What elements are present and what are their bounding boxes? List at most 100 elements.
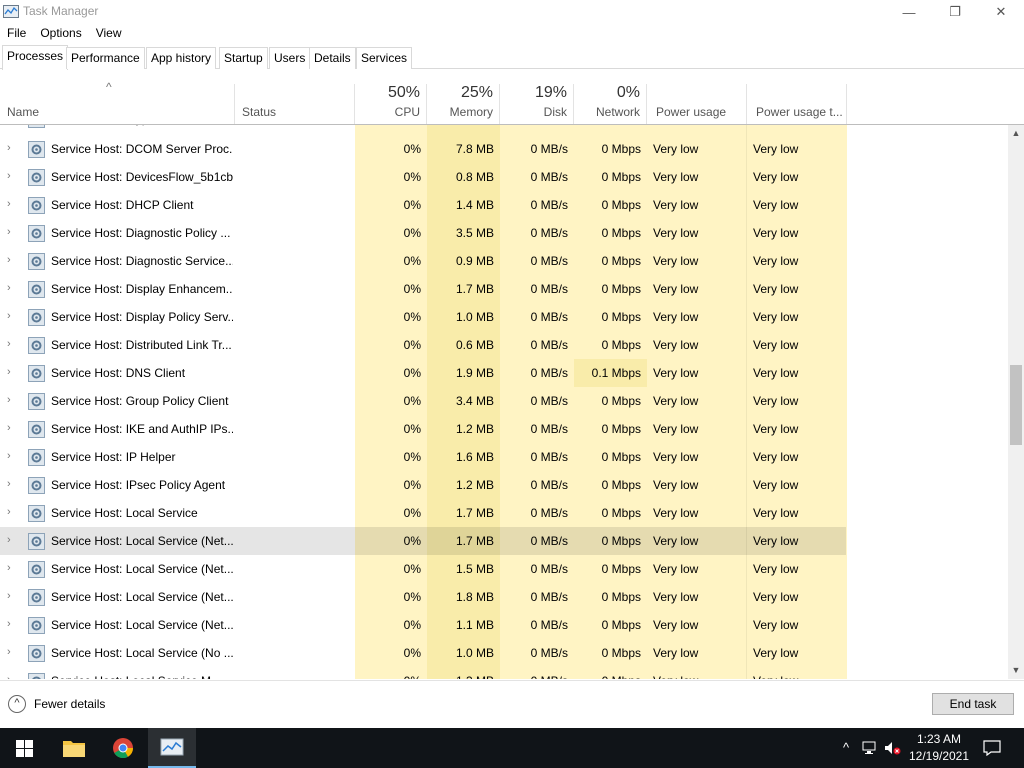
menu-view[interactable]: View — [89, 24, 129, 42]
table-row[interactable]: › Service Host: DCOM Server Proc... 0% 7.8 … — [0, 135, 1008, 163]
tab-app-history[interactable]: App history — [146, 47, 217, 69]
expand-chevron-icon[interactable]: › — [7, 611, 17, 639]
table-row[interactable]: › Service Host: Local Service (Net... 0% 1.… — [0, 611, 1008, 639]
expand-chevron-icon[interactable]: › — [7, 387, 17, 415]
header-name[interactable]: ^ Name — [0, 80, 235, 124]
table-row[interactable]: › Service Host: Diagnostic Service... 0% 0.… — [0, 247, 1008, 275]
table-row[interactable]: › Service Host: Diagnostic Policy ... 0% 3.… — [0, 219, 1008, 247]
taskbar-clock[interactable]: 1:23 AM 12/19/2021 — [904, 731, 974, 765]
memory-value: 1.5 MB — [455, 562, 494, 576]
table-row[interactable]: › Service Host: Group Policy Client 0% 3.4 … — [0, 387, 1008, 415]
scrollbar-thumb[interactable] — [1010, 365, 1022, 445]
menu-options[interactable]: Options — [33, 24, 88, 42]
end-task-button[interactable]: End task — [932, 693, 1014, 715]
header-memory[interactable]: 25% Memory — [427, 84, 500, 124]
table-row[interactable]: › Service Host: Local Service (Net... 0% 1.… — [0, 555, 1008, 583]
network-icon[interactable] — [862, 738, 878, 758]
table-row-partial-top[interactable]: › Service Host: ...ypt... — [0, 125, 1008, 133]
expand-chevron-icon[interactable]: › — [7, 135, 17, 163]
disk-value: 0 MB/s — [530, 142, 568, 156]
expand-chevron-icon[interactable]: › — [7, 499, 17, 527]
action-center-icon[interactable] — [983, 738, 1001, 758]
volume-muted-icon[interactable] — [884, 738, 901, 758]
table-row[interactable]: › Service Host: Local Service 0% 1.7 MB 0 MB… — [0, 499, 1008, 527]
tab-services[interactable]: Services — [356, 47, 413, 69]
expand-chevron-icon[interactable]: › — [7, 443, 17, 471]
table-row[interactable]: › Service Host: DNS Client 0% 1.9 MB 0 MB/s 0… — [0, 359, 1008, 387]
expand-chevron-icon[interactable]: › — [7, 359, 17, 387]
header-cpu[interactable]: 50% CPU — [355, 84, 427, 124]
collapse-up-icon[interactable]: ^ — [8, 695, 26, 713]
expand-chevron-icon[interactable]: › — [7, 471, 17, 499]
scroll-up-arrow-icon[interactable]: ▲ — [1008, 125, 1024, 142]
maximize-icon: ❐ — [949, 4, 961, 19]
taskbar-task-manager[interactable] — [148, 728, 196, 768]
minimize-button[interactable]: — — [886, 0, 932, 24]
header-disk[interactable]: 19% Disk — [500, 84, 574, 124]
table-row[interactable]: › Service Host: Display Policy Serv... 0% 1… — [0, 303, 1008, 331]
tab-users[interactable]: Users — [269, 47, 311, 69]
expand-chevron-icon[interactable]: › — [7, 583, 17, 611]
process-name: Service Host: Local Service (Net... — [51, 534, 233, 548]
scroll-down-arrow-icon[interactable]: ▼ — [1008, 662, 1024, 679]
expand-chevron-icon[interactable]: › — [7, 163, 17, 191]
expand-chevron-icon[interactable]: › — [7, 527, 17, 555]
power-usage-value: Very low — [653, 562, 699, 576]
table-row[interactable]: › Service Host: DevicesFlow_5b1cb 0% 0.8 MB… — [0, 163, 1008, 191]
disk-value: 0 MB/s — [530, 170, 568, 184]
maximize-button[interactable]: ❐ — [932, 0, 978, 24]
header-power-usage[interactable]: Power usage — [647, 84, 747, 124]
expand-chevron-icon[interactable]: › — [7, 275, 17, 303]
table-row[interactable]: › Service Host: Local Service M... 0% 1.3 M… — [0, 667, 1008, 679]
service-gear-icon — [28, 561, 45, 578]
table-row[interactable]: › Service Host: Distributed Link Tr... 0% 0… — [0, 331, 1008, 359]
expand-chevron-icon[interactable]: › — [7, 639, 17, 667]
expand-chevron-icon[interactable]: › — [7, 247, 17, 275]
vertical-scrollbar[interactable]: ▲ ▼ — [1008, 125, 1024, 679]
table-row[interactable]: › Service Host: Local Service (No ... 0% 1.… — [0, 639, 1008, 667]
expand-chevron-icon[interactable]: › — [7, 667, 17, 679]
expand-chevron-icon[interactable]: › — [7, 219, 17, 247]
table-row[interactable]: › Service Host: DHCP Client 0% 1.4 MB 0 MB/s… — [0, 191, 1008, 219]
fewer-details-link[interactable]: Fewer details — [34, 697, 105, 711]
disk-value: 0 MB/s — [530, 590, 568, 604]
tab-details[interactable]: Details — [309, 47, 356, 69]
network-value: 0 Mbps — [601, 198, 641, 212]
power-usage-trend-value: Very low — [753, 142, 799, 156]
expand-chevron-icon[interactable]: › — [7, 191, 17, 219]
power-usage-value: Very low — [653, 667, 743, 679]
tab-performance[interactable]: Performance — [66, 47, 145, 69]
table-row[interactable]: › Service Host: Display Enhancem... 0% 1.7 … — [0, 275, 1008, 303]
title-bar: Task Manager — ❐ ✕ — [0, 0, 1024, 24]
expand-chevron-icon[interactable]: › — [7, 125, 17, 133]
expand-chevron-icon[interactable]: › — [7, 303, 17, 331]
cpu-value: 0% — [403, 478, 421, 492]
close-button[interactable]: ✕ — [978, 0, 1024, 24]
power-usage-trend-value: Very low — [753, 254, 799, 268]
tab-processes[interactable]: Processes — [2, 45, 69, 70]
expand-chevron-icon[interactable]: › — [7, 415, 17, 443]
show-hidden-icons-chevron-icon[interactable]: ^ — [838, 738, 854, 758]
taskbar-file-explorer[interactable] — [50, 728, 98, 768]
taskbar-chrome[interactable] — [99, 728, 147, 768]
start-button[interactable] — [0, 728, 48, 768]
expand-chevron-icon[interactable]: › — [7, 555, 17, 583]
process-name: Service Host: Local Service — [51, 506, 198, 520]
memory-value: 1.6 MB — [455, 450, 494, 464]
table-row[interactable]: › Service Host: IP Helper 0% 1.6 MB 0 MB/s 0 … — [0, 443, 1008, 471]
table-row[interactable]: › Service Host: Local Service (Net... 0% 1.… — [0, 527, 1008, 555]
menu-file[interactable]: File — [0, 24, 33, 42]
header-status[interactable]: Status — [235, 84, 355, 124]
table-row[interactable]: › Service Host: IPsec Policy Agent 0% 1.2 M… — [0, 471, 1008, 499]
expand-chevron-icon[interactable]: › — [7, 331, 17, 359]
network-value: 0 Mbps — [601, 394, 641, 408]
header-network[interactable]: 0% Network — [574, 84, 647, 124]
table-row[interactable]: › Service Host: Local Service (Net... 0% 1.… — [0, 583, 1008, 611]
disk-value: 0 MB/s — [530, 562, 568, 576]
cpu-value: 0% — [403, 562, 421, 576]
memory-value: 1.2 MB — [455, 422, 494, 436]
header-power-usage-trend[interactable]: Power usage t... — [747, 84, 847, 124]
table-row[interactable]: › Service Host: IKE and AuthIP IPs... 0% 1.… — [0, 415, 1008, 443]
tab-startup[interactable]: Startup — [219, 47, 268, 69]
process-name: Service Host: ...ypt... — [51, 125, 231, 133]
